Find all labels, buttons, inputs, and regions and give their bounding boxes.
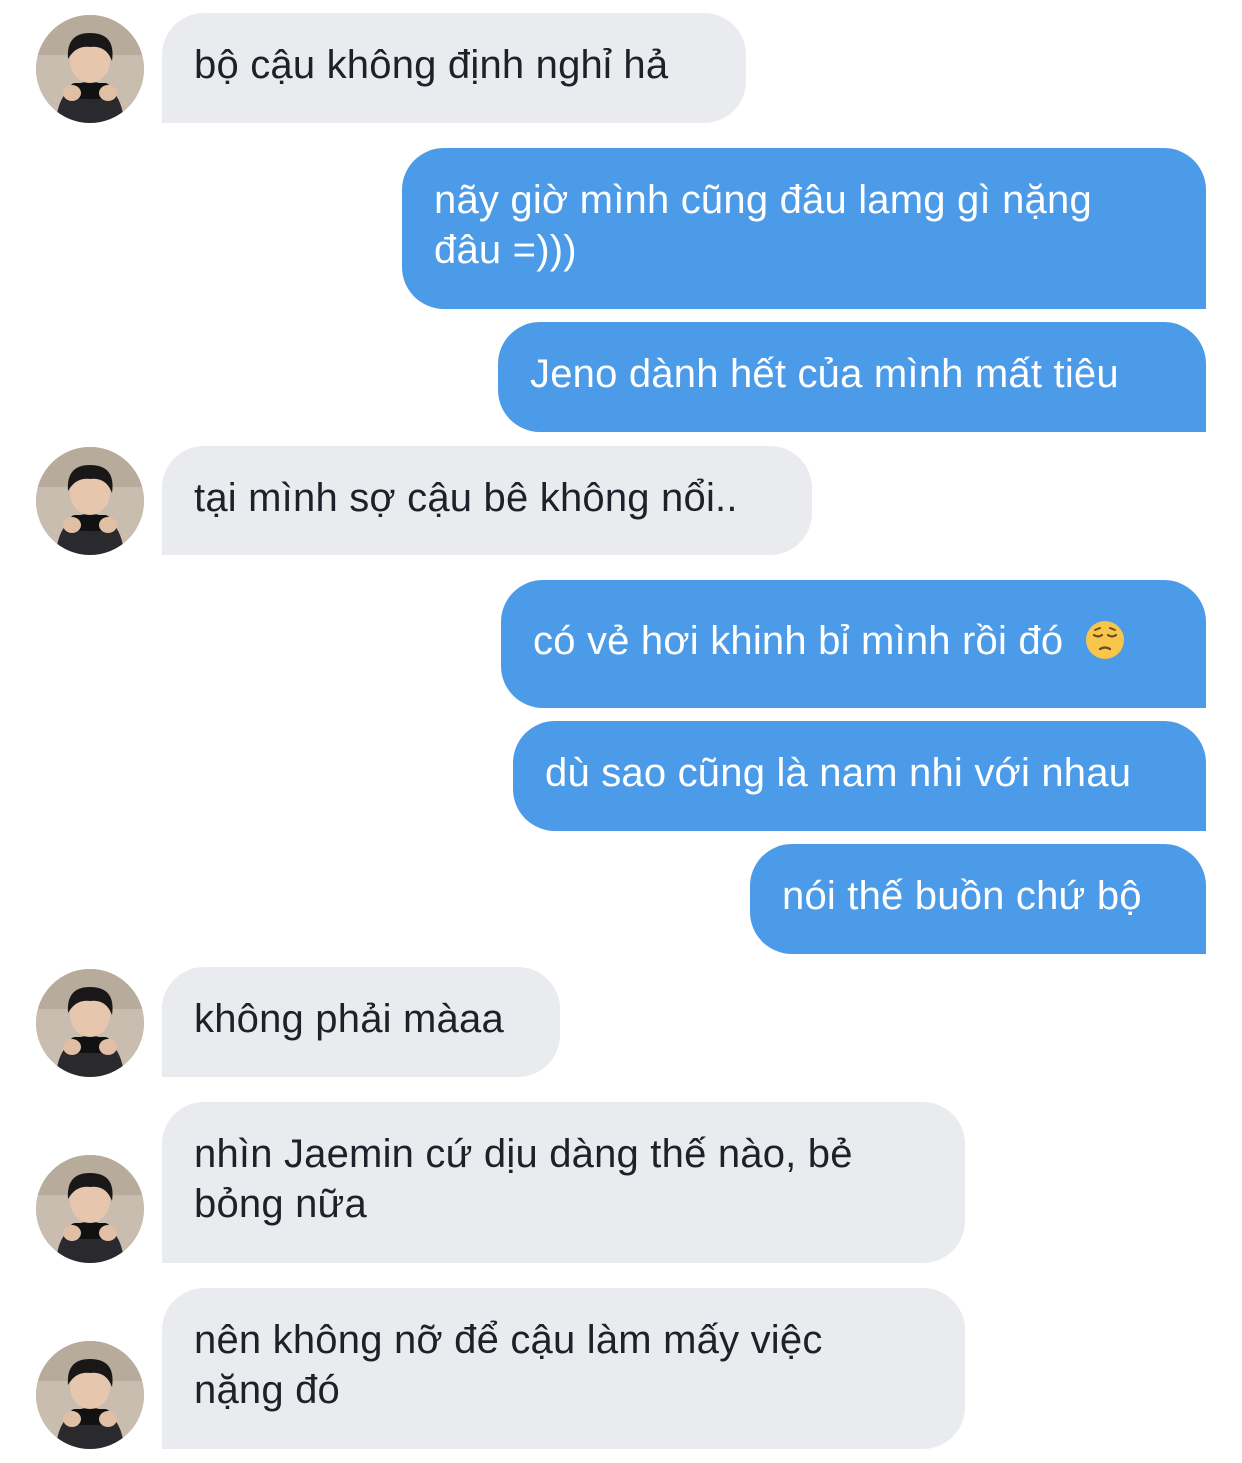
message-text: tại mình sợ cậu bê không nổi..: [194, 476, 738, 520]
outgoing-message-bubble[interactable]: dù sao cũng là nam nhi với nhau: [513, 721, 1206, 831]
contact-avatar[interactable]: [36, 969, 144, 1077]
message-text: nói thế buồn chứ bộ: [782, 874, 1142, 918]
message-text: bộ cậu không định nghỉ hả: [194, 43, 669, 87]
message-text: có vẻ hơi khinh bỉ mình rồi đó: [533, 619, 1064, 663]
outgoing-message-bubble[interactable]: nói thế buồn chứ bộ: [750, 844, 1206, 954]
incoming-message-bubble[interactable]: nhìn Jaemin cứ dịu dàng thế nào, bẻ bỏng…: [162, 1102, 965, 1263]
outgoing-message-bubble[interactable]: có vẻ hơi khinh bỉ mình rồi đó: [501, 580, 1206, 708]
avatar-photo-icon: [36, 969, 144, 1077]
message-text: không phải màaa: [194, 997, 504, 1041]
avatar-photo-icon: [36, 447, 144, 555]
message-text: nãy giờ mình cũng đâu lamg gì nặng đâu =…: [434, 178, 1092, 272]
contact-avatar[interactable]: [36, 1155, 144, 1263]
message-text: nhìn Jaemin cứ dịu dàng thế nào, bẻ bỏng…: [194, 1132, 853, 1226]
avatar-photo-icon: [36, 1341, 144, 1449]
incoming-message-bubble[interactable]: bộ cậu không định nghỉ hả: [162, 13, 746, 123]
avatar-photo-icon: [36, 1155, 144, 1263]
incoming-message-bubble[interactable]: tại mình sợ cậu bê không nổi..: [162, 446, 812, 555]
message-text: Jeno dành hết của mình mất tiêu: [530, 352, 1119, 396]
message-text: dù sao cũng là nam nhi với nhau: [545, 751, 1132, 795]
incoming-message-bubble[interactable]: không phải màaa: [162, 967, 560, 1077]
contact-avatar[interactable]: [36, 447, 144, 555]
pensive-face-emoji-icon: [1085, 620, 1125, 660]
outgoing-message-bubble[interactable]: Jeno dành hết của mình mất tiêu: [498, 322, 1206, 432]
incoming-message-bubble[interactable]: nên không nỡ để cậu làm mấy việc nặng đó: [162, 1288, 965, 1449]
message-text: nên không nỡ để cậu làm mấy việc nặng đó: [194, 1318, 823, 1412]
contact-avatar[interactable]: [36, 1341, 144, 1449]
avatar-photo-icon: [36, 15, 144, 123]
outgoing-message-bubble[interactable]: nãy giờ mình cũng đâu lamg gì nặng đâu =…: [402, 148, 1206, 309]
contact-avatar[interactable]: [36, 15, 144, 123]
